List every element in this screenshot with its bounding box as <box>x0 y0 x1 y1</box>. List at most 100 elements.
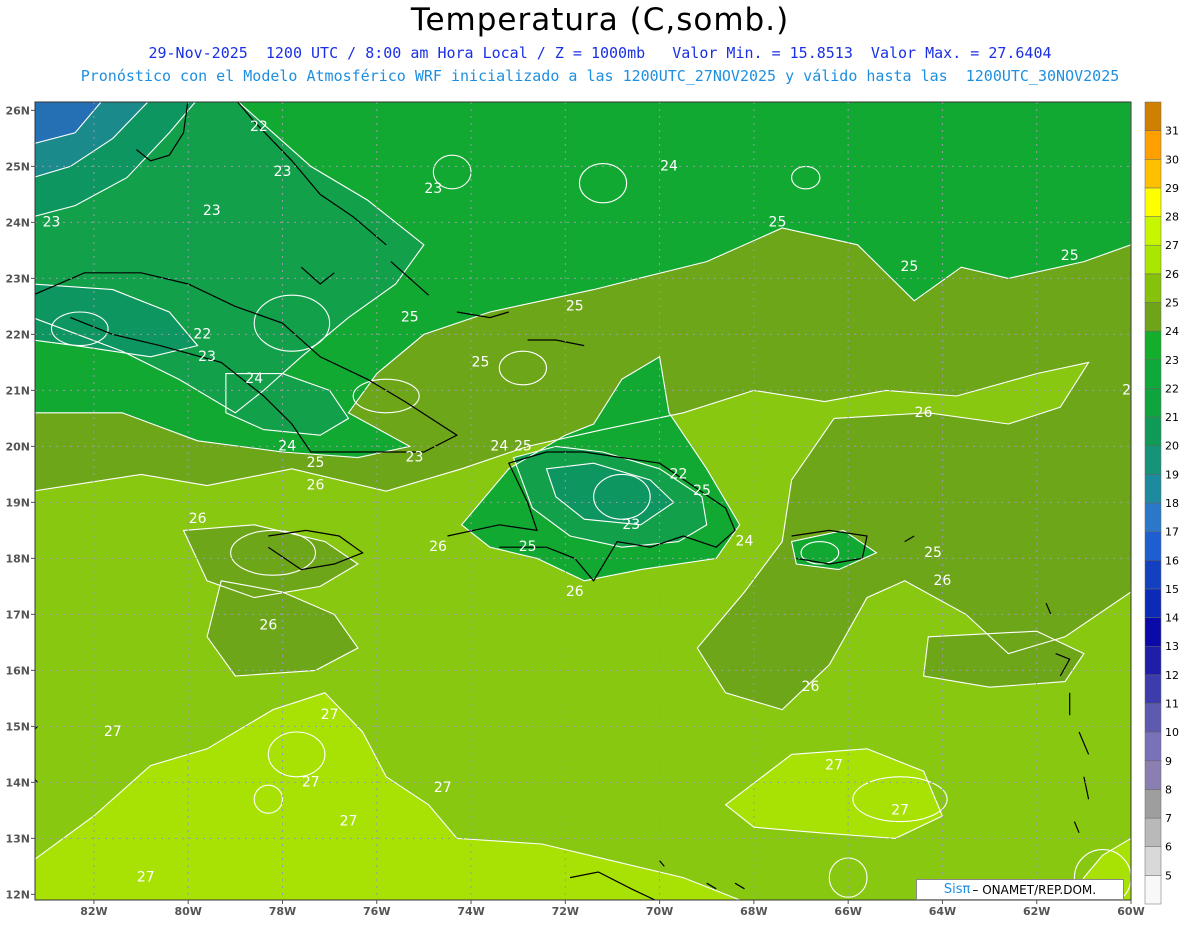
colorbar-swatch <box>1144 875 1162 905</box>
contour-label: 26 <box>429 539 447 555</box>
colorbar-label: 30 <box>1165 153 1179 166</box>
colorbar-swatch <box>1144 817 1162 847</box>
contour-label: 26 <box>189 511 207 527</box>
contour-label: 26 <box>259 618 277 634</box>
colorbar-label: 5 <box>1165 869 1172 882</box>
credit-brand: Sisπ <box>943 882 971 897</box>
contour-label: 25 <box>514 438 532 454</box>
colorbar-swatch <box>1144 244 1162 275</box>
lon-tick-label: 78W <box>269 905 296 918</box>
colorbar-label: 18 <box>1165 497 1179 510</box>
lon-tick-label: 76W <box>363 905 390 918</box>
colorbar-swatch <box>1144 617 1162 647</box>
colorbar-swatch <box>1144 531 1162 561</box>
colorbar-swatch <box>1144 416 1162 446</box>
contour-label: 23 <box>274 164 292 180</box>
contour-label: 27 <box>340 814 358 830</box>
colorbar-label: 24 <box>1165 325 1179 338</box>
lon-tick-label: 82W <box>80 905 107 918</box>
contour-label: 27 <box>321 707 339 723</box>
colorbar-label: 11 <box>1165 698 1179 711</box>
colorbar-label: 27 <box>1165 239 1179 252</box>
contour-label: 25 <box>769 214 787 230</box>
colorbar-label: 16 <box>1165 554 1179 567</box>
lat-tick-label: 21N <box>5 384 30 397</box>
colorbar-swatch <box>1144 502 1162 532</box>
contour-label: 27 <box>434 780 452 796</box>
contour-label: 27 <box>137 870 155 886</box>
contour-label: 25 <box>519 539 537 555</box>
contour-label: 25 <box>901 259 919 275</box>
lat-tick-label: 22N <box>5 328 30 341</box>
lat-tick-label: 25N <box>5 160 30 173</box>
contour-label: 24 <box>245 371 263 387</box>
colorbar-label: 29 <box>1165 182 1179 195</box>
colorbar-label: 26 <box>1165 268 1179 281</box>
lon-tick-label: 64W <box>929 905 956 918</box>
lon-tick-label: 62W <box>1023 905 1050 918</box>
contour-label: 25 <box>401 310 419 326</box>
colorbar-label: 25 <box>1165 297 1179 310</box>
lon-tick-label: 80W <box>174 905 201 918</box>
contour-label: 25 <box>693 483 711 499</box>
contour-label: 22 <box>193 326 211 342</box>
colorbar-label: 22 <box>1165 382 1179 395</box>
contour-label: 22 <box>250 119 268 135</box>
lat-tick-label: 19N <box>5 496 30 509</box>
colorbar-swatch <box>1144 388 1162 418</box>
colorbar-label: 17 <box>1165 526 1179 539</box>
contour-label: 25 <box>566 298 584 314</box>
lat-tick-label: 13N <box>5 832 30 845</box>
lat-tick-label: 20N <box>5 440 30 453</box>
lon-tick-label: 72W <box>552 905 579 918</box>
colorbar-label: 7 <box>1165 812 1172 825</box>
lat-tick-label: 12N <box>5 888 30 901</box>
colorbar-label: 15 <box>1165 583 1179 596</box>
contour-label: 27 <box>825 758 843 774</box>
colorbar-swatch <box>1144 130 1162 160</box>
colorbar-swatch <box>1144 273 1162 303</box>
lat-tick-label: 17N <box>5 608 30 621</box>
temperature-map: 22 23 23 23 23 24 25 25 25 22 22 23 22 23 24 25 24 25 25 25… <box>0 101 1182 918</box>
colorbar-swatch <box>1144 731 1162 762</box>
colorbar-label: 28 <box>1165 211 1179 224</box>
colorbar-swatch <box>1144 302 1162 332</box>
contour-label: 26 <box>1122 382 1140 398</box>
colorbar-swatch <box>1144 445 1162 475</box>
colorbar-swatch <box>1144 760 1162 790</box>
contour-label: 24 <box>736 534 754 550</box>
contour-label: 24 <box>0 388 4 404</box>
contour-label: 25 <box>1061 248 1079 264</box>
contour-label: 26 <box>934 573 952 589</box>
colorbar-swatch <box>1144 789 1162 819</box>
contour-label: 23 <box>43 214 61 230</box>
colorbar-label: 23 <box>1165 354 1179 367</box>
colorbar-swatch <box>1144 560 1162 590</box>
lon-tick-label: 60W <box>1117 905 1144 918</box>
contour-label: 27 <box>104 724 122 740</box>
colorbar-swatch <box>1144 359 1162 389</box>
contour-label: 26 <box>566 584 584 600</box>
colorbar-swatch <box>1144 474 1162 504</box>
contour-label: 26 <box>307 478 325 494</box>
contour-label: 23 <box>424 181 442 197</box>
colorbar-label: 12 <box>1165 669 1179 682</box>
colorbar-label: 21 <box>1165 411 1179 424</box>
lat-tick-label: 16N <box>5 664 30 677</box>
colorbar-swatch <box>1144 330 1162 361</box>
colorbar-swatch <box>1144 846 1162 876</box>
lon-tick-label: 70W <box>646 905 673 918</box>
contour-label: 24 <box>278 438 296 454</box>
contour-label: 25 <box>307 455 325 471</box>
lon-tick-label: 66W <box>834 905 861 918</box>
colorbar-label: 19 <box>1165 468 1179 481</box>
contour-label: 23 <box>203 203 221 219</box>
contour-label: 22 <box>670 466 688 482</box>
contour-label: 26 <box>915 405 933 421</box>
lat-tick-label: 26N <box>5 104 30 117</box>
colorbar-label: 9 <box>1165 755 1172 768</box>
colorbar-label: 13 <box>1165 640 1179 653</box>
contour-label: 24 <box>660 158 678 174</box>
credit-box: Sisπ – ONAMET/REP.DOM. <box>916 879 1124 900</box>
colorbar-swatch <box>1144 187 1162 217</box>
